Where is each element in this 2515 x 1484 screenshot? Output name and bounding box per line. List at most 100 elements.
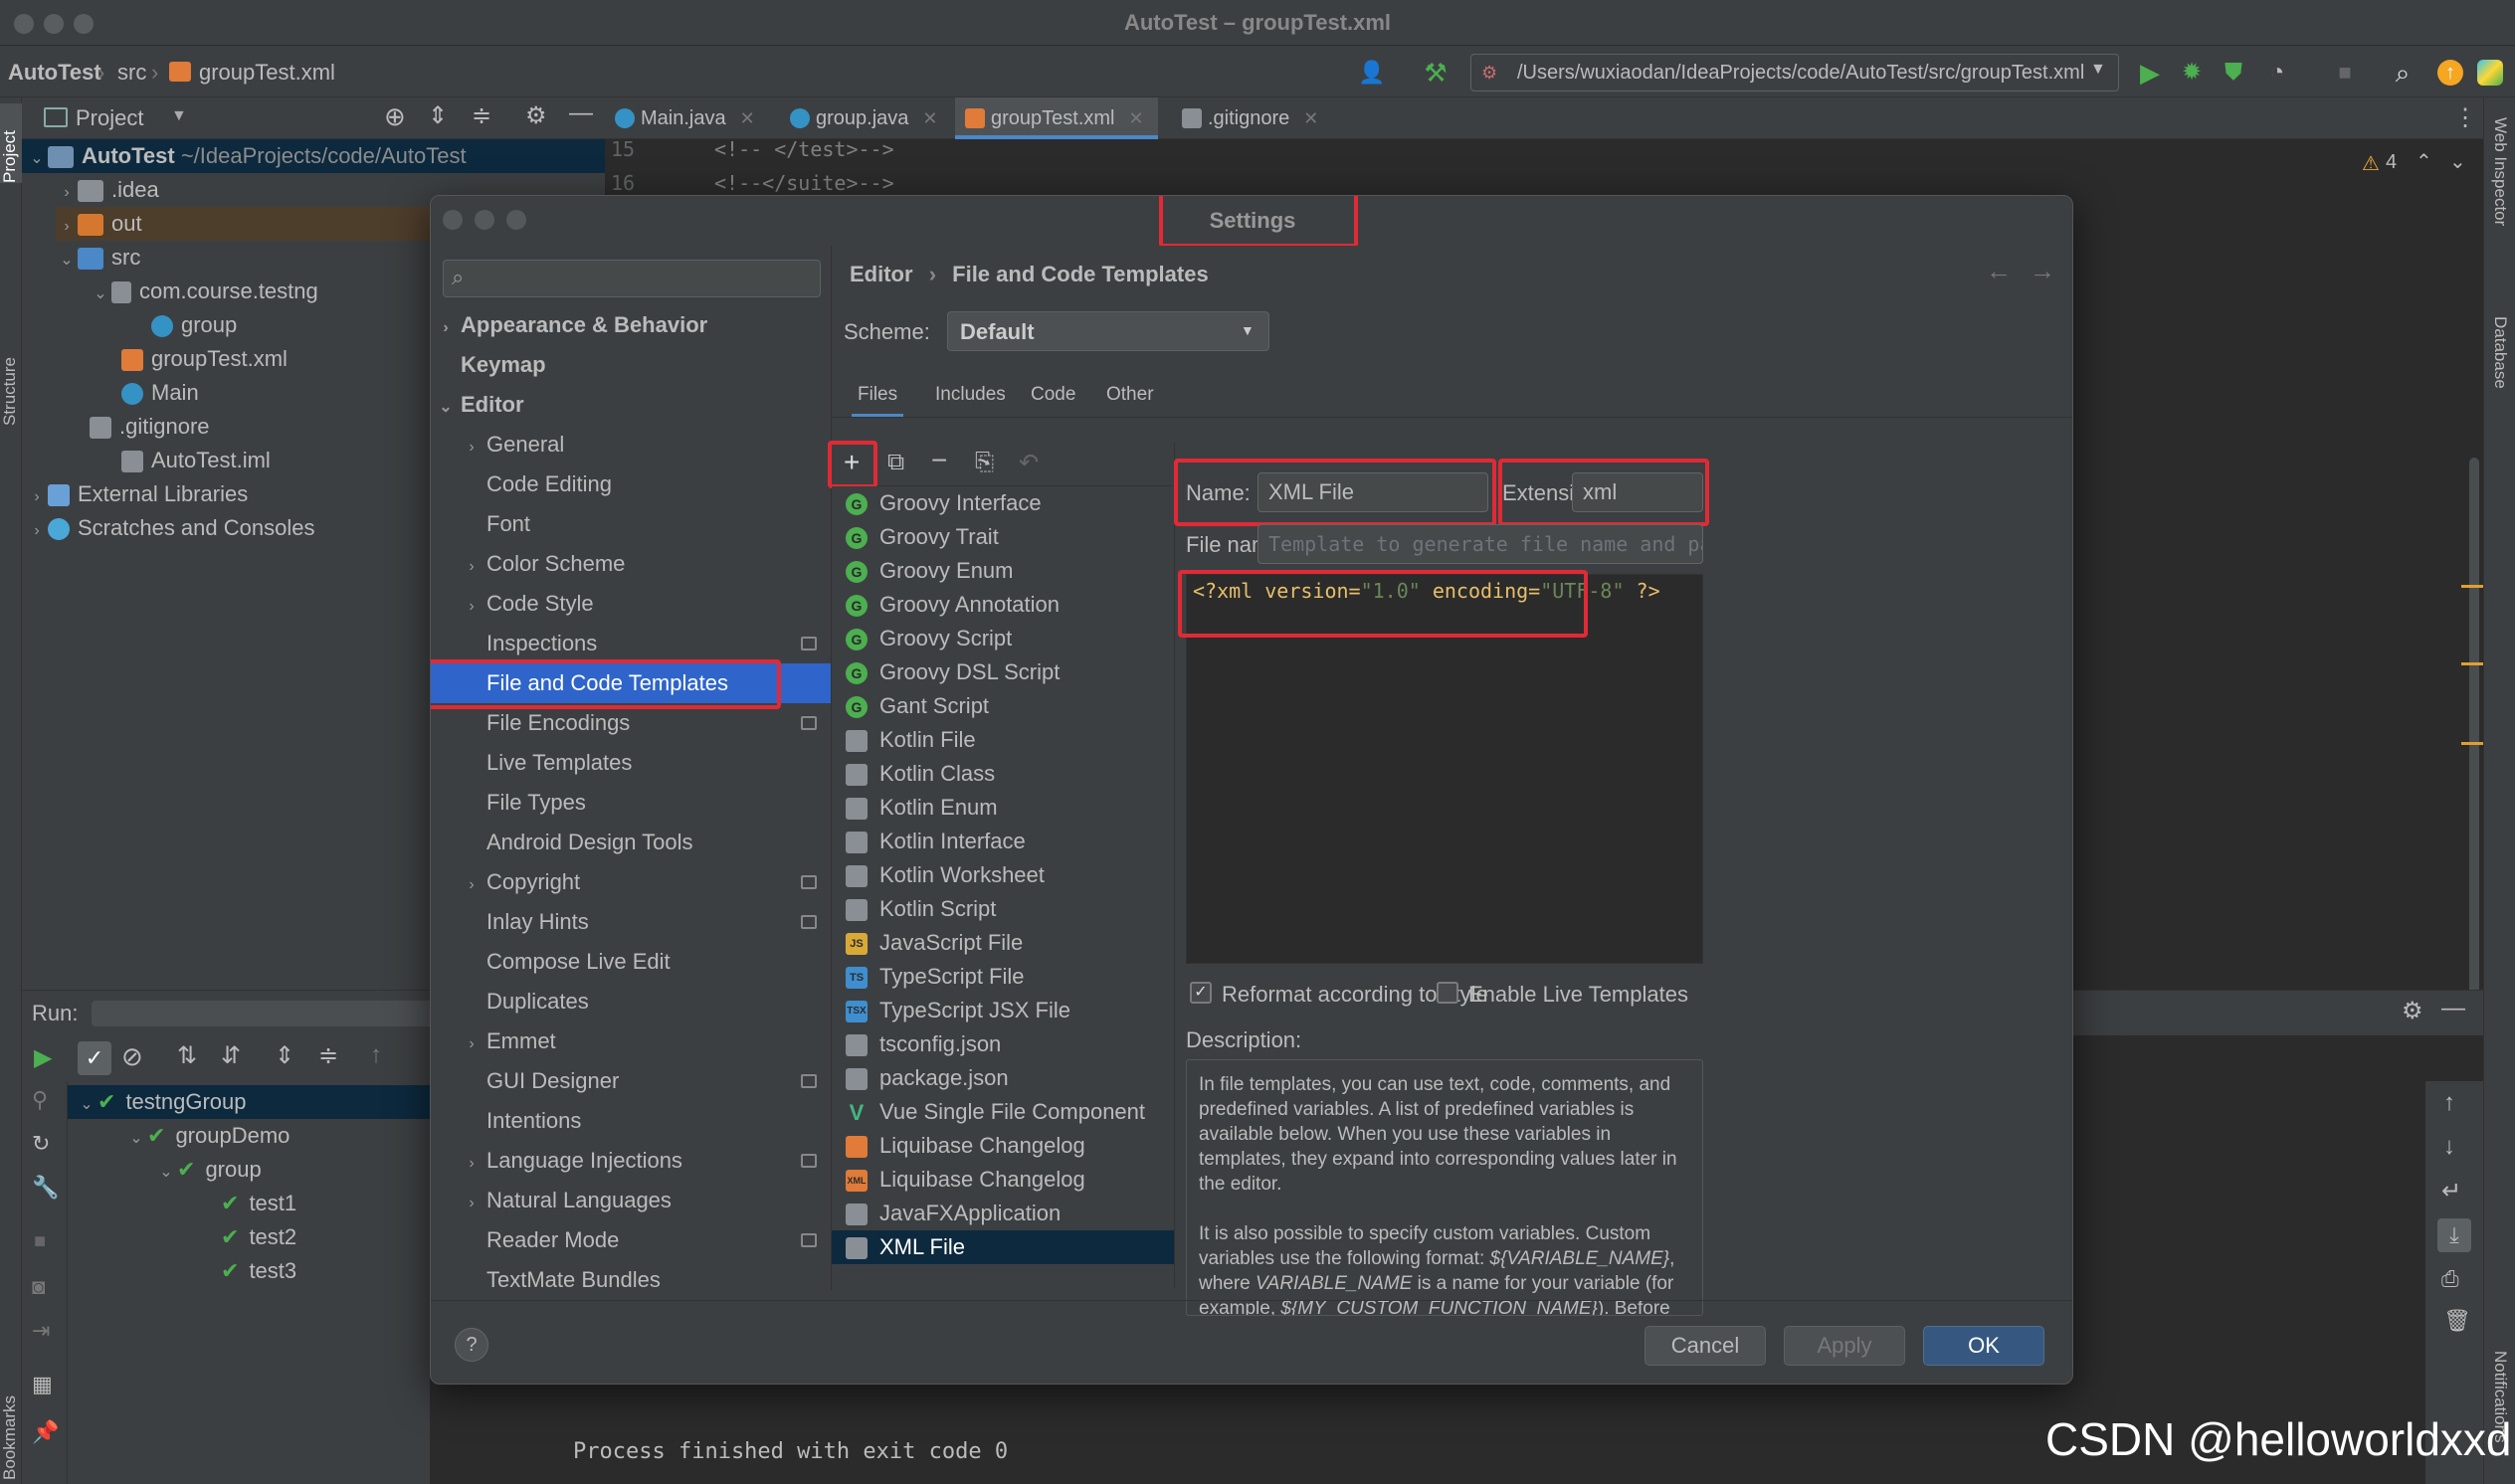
hide-icon[interactable]: — (2441, 995, 2465, 1022)
template-item[interactable]: Liquibase Changelog (832, 1129, 1174, 1163)
tree-item-group[interactable]: group (151, 308, 237, 342)
nav-appearance-behavior[interactable]: › Appearance & Behavior (431, 305, 831, 345)
show-passed-icon[interactable]: ✓ (78, 1041, 111, 1075)
tab-code[interactable]: Code (1031, 373, 1075, 417)
breadcrumb-src[interactable]: src (117, 60, 146, 86)
layout-icon[interactable]: ▦ (32, 1372, 53, 1397)
update-icon[interactable]: ↑ (2437, 60, 2463, 86)
stop-icon[interactable]: ■ (2328, 56, 2362, 90)
project-tool-button[interactable]: Project (0, 103, 22, 183)
search-icon[interactable]: ⌕ (2386, 56, 2419, 90)
login-icon[interactable]: ⇥ (32, 1318, 50, 1344)
breadcrumb-parent[interactable]: Editor (850, 262, 913, 286)
tab-main-java[interactable]: Main.java ✕ (605, 97, 755, 139)
filename-input[interactable]: Template to generate file name and path … (1258, 524, 1703, 564)
ok-button[interactable]: OK (1923, 1326, 2044, 1366)
template-item[interactable]: Kotlin Script (832, 892, 1174, 926)
nav-compose-live-edit[interactable]: Compose Live Edit (431, 942, 831, 982)
template-item[interactable]: Kotlin Worksheet (832, 858, 1174, 892)
template-item[interactable]: G Groovy Enum (832, 554, 1174, 588)
tree-item-external-libraries[interactable]: › External Libraries (22, 477, 248, 511)
help-button[interactable]: ? (455, 1328, 488, 1362)
nav-file-encodings[interactable]: File Encodings (431, 703, 831, 743)
scroll-to-end-icon[interactable]: ⤓ (2437, 1218, 2471, 1252)
template-item-selected[interactable]: XML File (832, 1230, 1174, 1264)
rerun-icon[interactable]: ▶ (34, 1043, 52, 1072)
test-node-suite[interactable]: ⌄ ✔ testngGroup (68, 1085, 430, 1119)
copy-template-icon[interactable]: ⎘ (975, 449, 994, 476)
forward-arrow-icon[interactable]: → (2030, 256, 2055, 286)
template-item[interactable]: Kotlin Enum (832, 791, 1174, 825)
warning-marker[interactable] (2461, 662, 2485, 665)
cancel-button[interactable]: Cancel (1644, 1326, 1766, 1366)
debug-icon[interactable]: ✹ (2175, 56, 2209, 90)
tree-item-src[interactable]: ⌄ src (56, 241, 140, 275)
test-node-group[interactable]: ⌄ ✔ group (155, 1153, 261, 1187)
nav-android-design-tools[interactable]: Android Design Tools (431, 823, 831, 862)
previous-failed-icon[interactable]: ↑ (370, 1041, 382, 1069)
bookmarks-tool-button[interactable]: Bookmarks (0, 1381, 22, 1480)
soft-wrap-icon[interactable]: ↵ (2441, 1177, 2461, 1206)
nav-code-style[interactable]: › Code Style (431, 584, 831, 624)
project-view-title[interactable]: Project (76, 105, 143, 131)
template-item[interactable]: G Groovy Interface (832, 486, 1174, 520)
test-node-test3[interactable]: ✔ test3 (221, 1254, 296, 1288)
close-icon[interactable]: ✕ (1129, 108, 1144, 128)
test-node-groupdemo[interactable]: ⌄ ✔ groupDemo (125, 1119, 290, 1153)
scheme-select[interactable]: Default ▼ (947, 311, 1269, 351)
nav-editor[interactable]: ⌄ Editor (431, 385, 831, 425)
reset-template-icon[interactable]: ↶ (1019, 449, 1039, 477)
nav-gui-designer[interactable]: GUI Designer (431, 1061, 831, 1101)
nav-color-scheme[interactable]: › Color Scheme (431, 544, 831, 584)
tree-item-main[interactable]: Main (121, 376, 199, 410)
nav-natural-languages[interactable]: › Natural Languages (431, 1181, 831, 1220)
test-node-test2[interactable]: ✔ test2 (221, 1220, 296, 1254)
tab-includes[interactable]: Includes (935, 373, 1006, 417)
nav-language-injections[interactable]: › Language Injections (431, 1141, 831, 1181)
tree-item-package[interactable]: ⌄ com.course.testng (90, 275, 318, 308)
template-item[interactable]: Kotlin Interface (832, 825, 1174, 858)
test-node-test1[interactable]: ✔ test1 (221, 1187, 296, 1220)
structure-tool-button[interactable]: Structure (0, 326, 22, 426)
nav-intentions[interactable]: Intentions (431, 1101, 831, 1141)
more-tabs-icon[interactable]: ⋮ (2453, 103, 2477, 132)
tab-files[interactable]: Files (852, 373, 904, 417)
template-item[interactable]: G Groovy Script (832, 622, 1174, 655)
template-item[interactable]: G Groovy Annotation (832, 588, 1174, 622)
tab-group-java[interactable]: group.java ✕ (780, 97, 938, 139)
arrow-up-icon[interactable]: ↑ (2443, 1089, 2455, 1117)
warning-count[interactable]: 4 (2386, 151, 2397, 174)
nav-inspections[interactable]: Inspections (431, 624, 831, 663)
warning-marker[interactable] (2461, 585, 2485, 588)
database-tool-button[interactable]: Database (2488, 316, 2510, 436)
warning-marker[interactable] (2461, 742, 2485, 745)
arrow-down-icon[interactable]: ↓ (2443, 1133, 2455, 1161)
back-arrow-icon[interactable]: ← (1986, 256, 2012, 286)
run-icon[interactable]: ▶ (2133, 56, 2167, 90)
template-item[interactable]: JS JavaScript File (832, 926, 1174, 960)
remove-template-icon[interactable]: − (931, 445, 947, 476)
next-highlight-icon[interactable]: ⌄ (2449, 149, 2466, 174)
tree-item-gitignore[interactable]: .gitignore (90, 410, 210, 444)
trash-icon[interactable]: 🗑 (2443, 1308, 2471, 1334)
live-templates-checkbox[interactable] (1437, 982, 1458, 1004)
nav-emmet[interactable]: › Emmet (431, 1021, 831, 1061)
collapse-all-icon[interactable]: ≑ (318, 1041, 338, 1070)
tree-item-iml[interactable]: AutoTest.iml (121, 444, 271, 477)
create-child-template-icon[interactable]: ⧉ (887, 449, 904, 476)
run-configuration-tab[interactable] (92, 1001, 470, 1026)
nav-code-editing[interactable]: Code Editing (431, 464, 831, 504)
sort-alphabetically-icon[interactable]: ⇅ (177, 1041, 197, 1070)
nav-duplicates[interactable]: Duplicates (431, 982, 831, 1021)
previous-highlight-icon[interactable]: ⌃ (2416, 149, 2432, 174)
template-item[interactable]: G Gant Script (832, 689, 1174, 723)
nav-live-templates[interactable]: Live Templates (431, 743, 831, 783)
template-item[interactable]: XML Liquibase Changelog (832, 1163, 1174, 1197)
close-icon[interactable]: ✕ (740, 108, 755, 128)
camera-icon[interactable]: ◙ (32, 1274, 45, 1300)
tree-item-idea[interactable]: › .idea (56, 173, 159, 207)
template-item[interactable]: G Groovy DSL Script (832, 655, 1174, 689)
sort-by-duration-icon[interactable]: ⇵ (221, 1041, 241, 1070)
collapse-all-icon[interactable]: ≑ (472, 101, 491, 130)
template-item[interactable]: Kotlin File (832, 723, 1174, 757)
